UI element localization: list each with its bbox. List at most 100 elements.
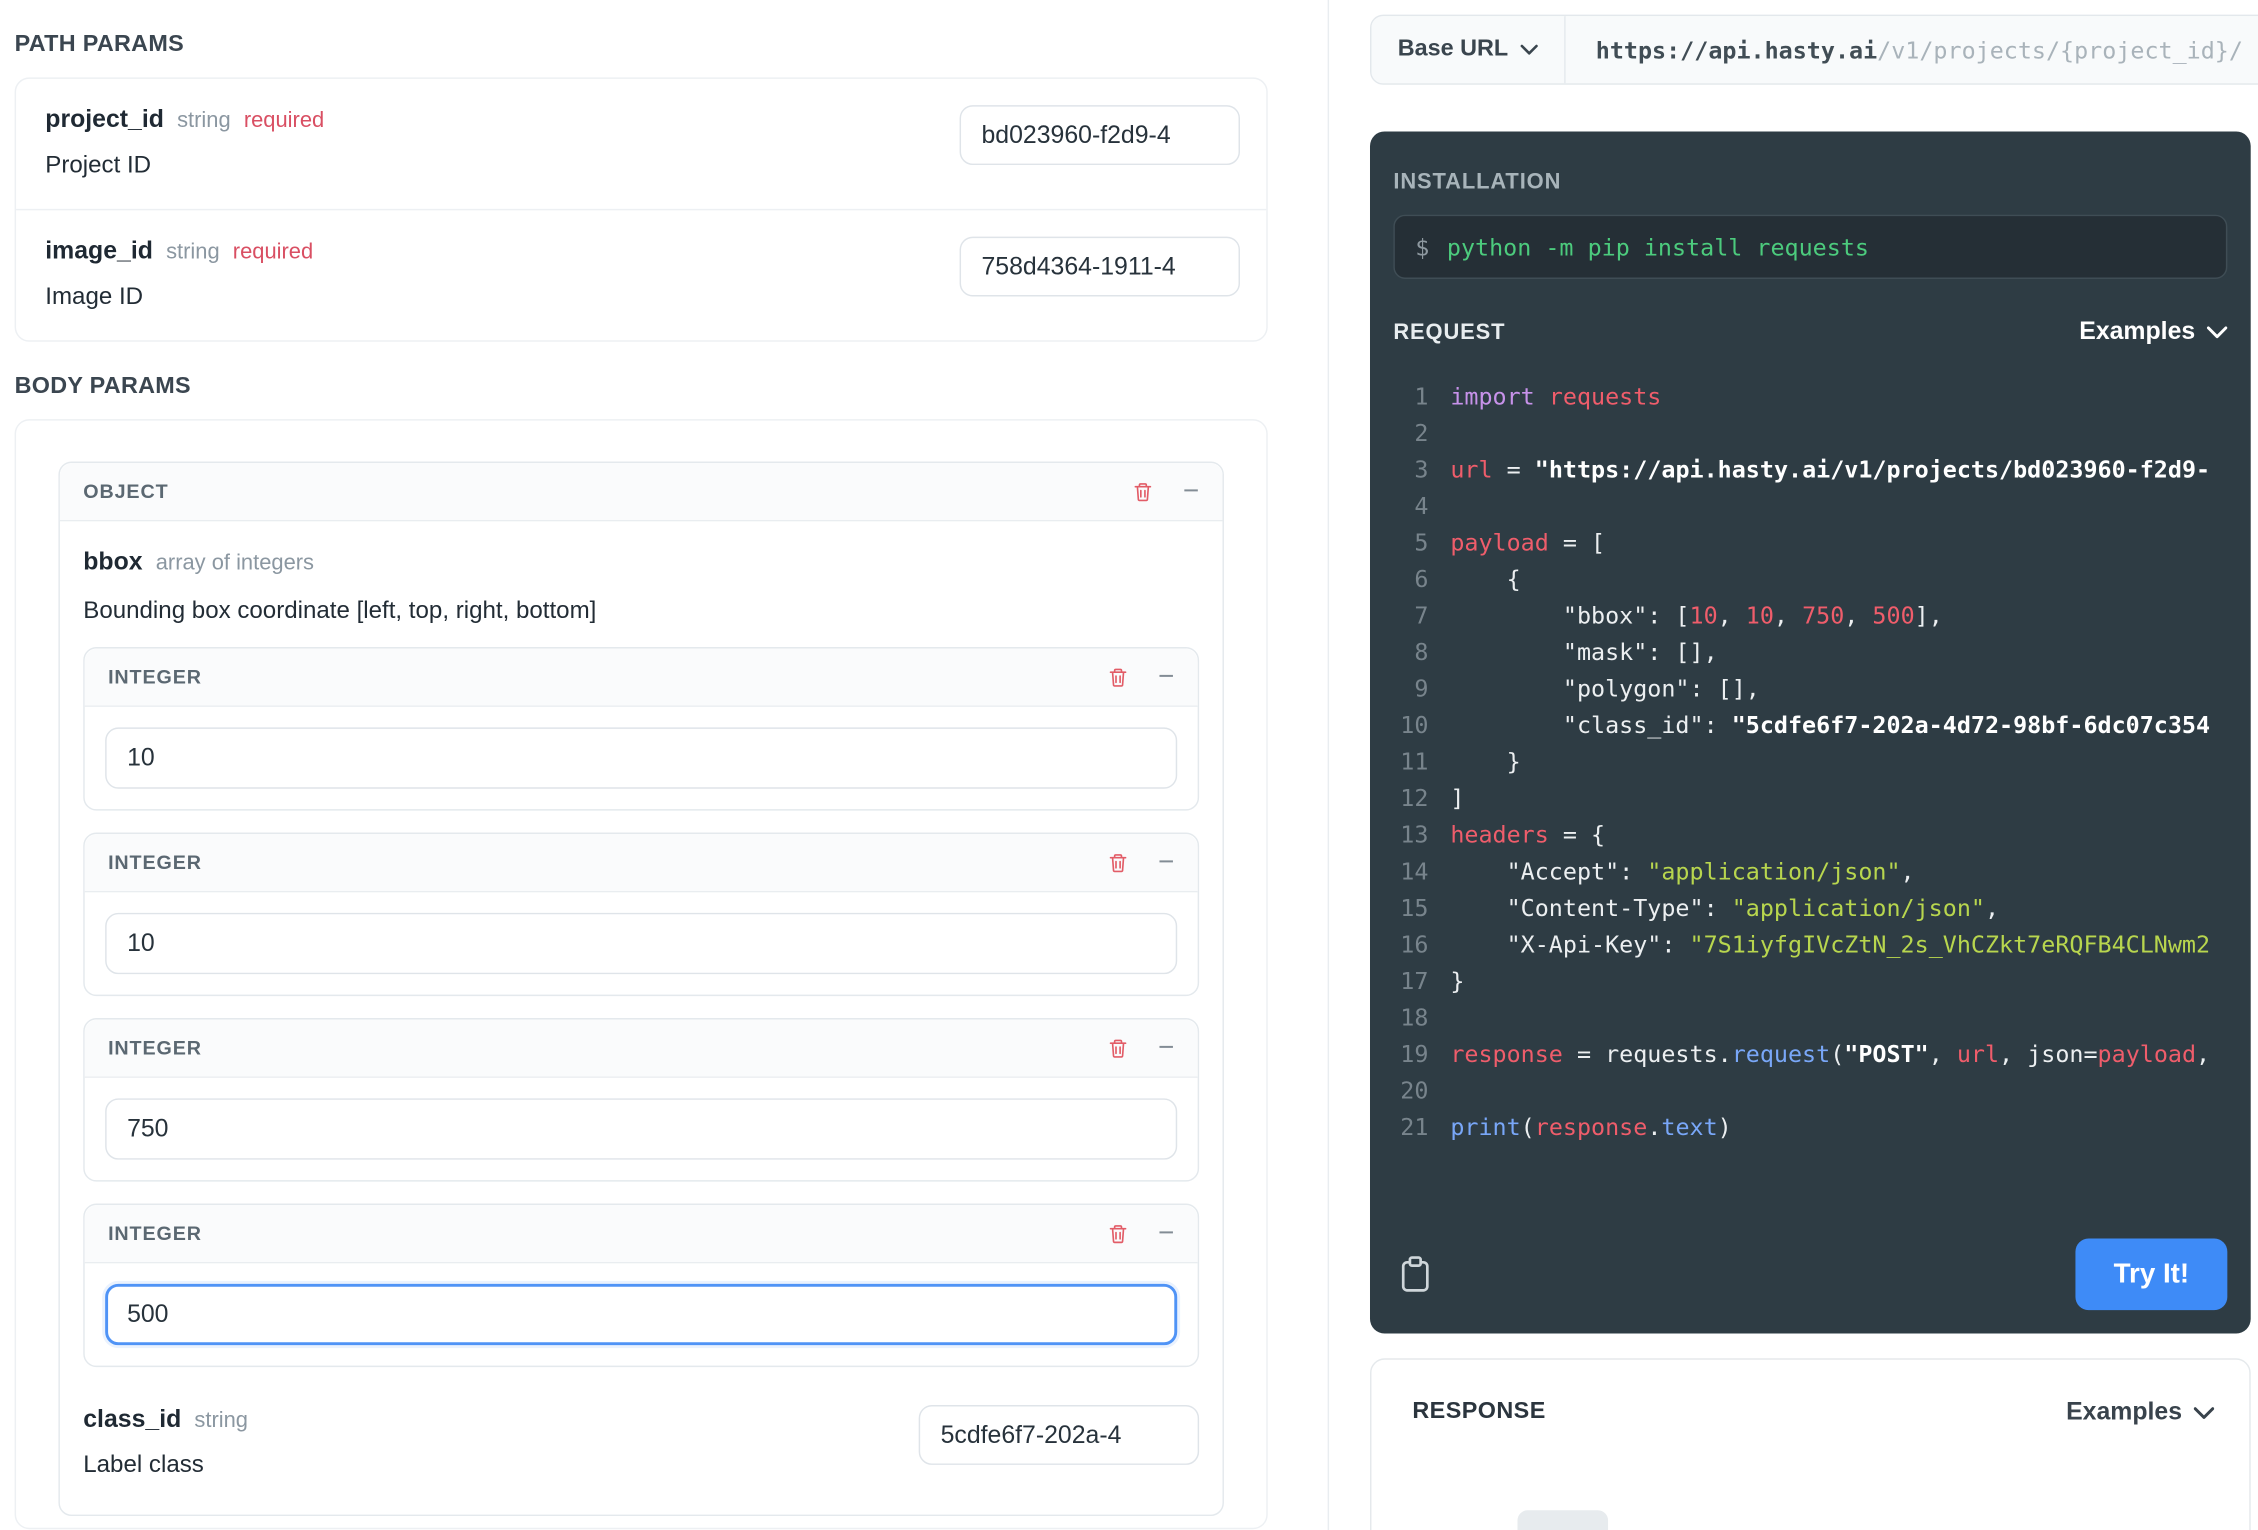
- object-header: OBJECT −: [60, 463, 1223, 521]
- chevron-down-icon: [2194, 1406, 2214, 1419]
- delete-integer-button[interactable]: [1107, 1222, 1129, 1245]
- response-panel: RESPONSE Examples: [1370, 1358, 2251, 1530]
- bbox-bottom-input[interactable]: [105, 1284, 1177, 1345]
- request-panel-footer: Try It!: [1399, 1239, 2227, 1311]
- param-required-badge: required: [244, 108, 324, 133]
- object-header-actions: −: [1132, 478, 1199, 506]
- path-params-heading: PATH PARAMS: [15, 32, 1268, 58]
- request-examples-dropdown[interactable]: Examples: [2079, 317, 2227, 346]
- object-label: OBJECT: [83, 481, 168, 503]
- param-name: project_id: [45, 105, 164, 134]
- try-it-button[interactable]: Try It!: [2075, 1239, 2227, 1311]
- install-command: python -m pip install requests: [1447, 233, 1869, 261]
- class-id-input[interactable]: [919, 1405, 1199, 1465]
- integer-body: [85, 1263, 1198, 1365]
- chevron-down-icon: [2207, 325, 2227, 338]
- request-code-panel: INSTALLATION $ python -m pip install req…: [1370, 131, 2251, 1333]
- param-type: string: [177, 108, 231, 133]
- param-description: Label class: [83, 1452, 889, 1480]
- copy-code-button[interactable]: [1399, 1255, 1431, 1294]
- param-required-badge: required: [233, 240, 313, 265]
- base-url-dropdown[interactable]: Base URL: [1371, 16, 1565, 83]
- param-head: project_id string required: [45, 105, 930, 134]
- integer-header-actions: −: [1107, 1034, 1174, 1062]
- examples-label: Examples: [2079, 317, 2195, 346]
- param-row-class-id: class_id string Label class: [83, 1405, 1199, 1479]
- collapse-integer-button[interactable]: −: [1158, 663, 1174, 691]
- object-body: bbox array of integers Bounding box coor…: [60, 521, 1223, 1514]
- code-column: Base URL https://api.hasty.ai/v1/project…: [1370, 0, 2258, 1530]
- endpoint-url: https://api.hasty.ai/v1/projects/{projec…: [1565, 16, 2258, 83]
- shell-prompt: $: [1415, 233, 1429, 261]
- integer-header: INTEGER −: [85, 1019, 1198, 1077]
- trash-icon: [1107, 665, 1129, 688]
- body-params-heading: BODY PARAMS: [15, 374, 1268, 400]
- integer-header-actions: −: [1107, 1220, 1174, 1248]
- param-text: class_id string Label class: [83, 1405, 889, 1479]
- project-id-input[interactable]: [960, 105, 1240, 165]
- integer-label: INTEGER: [108, 1037, 202, 1059]
- field-description: Bounding box coordinate [left, top, righ…: [83, 597, 1199, 625]
- installation-heading: INSTALLATION: [1393, 169, 2227, 194]
- endpoint-url-host: https://api.hasty.ai: [1596, 36, 1877, 64]
- param-head: class_id string: [83, 1405, 889, 1434]
- clipboard-icon: [1399, 1255, 1431, 1294]
- body-params-card: OBJECT − bbox array of integers Bounding…: [15, 419, 1268, 1529]
- image-id-input[interactable]: [960, 237, 1240, 297]
- endpoint-url-path: /v1/projects/{project_id}/: [1877, 36, 2243, 64]
- bbox-top-input[interactable]: [105, 913, 1177, 974]
- trash-icon: [1107, 1036, 1129, 1059]
- param-row-image-id: image_id string required Image ID: [16, 209, 1266, 340]
- request-heading: REQUEST: [1393, 319, 1505, 344]
- param-name: class_id: [83, 1405, 181, 1434]
- install-command-box[interactable]: $ python -m pip install requests: [1393, 215, 2227, 279]
- response-status-pill[interactable]: [1518, 1510, 1609, 1530]
- integer-box-0: INTEGER −: [83, 647, 1199, 811]
- integer-header: INTEGER −: [85, 834, 1198, 892]
- collapse-integer-button[interactable]: −: [1158, 849, 1174, 877]
- field-type: array of integers: [156, 551, 314, 576]
- trash-icon: [1107, 1222, 1129, 1245]
- object-box: OBJECT − bbox array of integers Bounding…: [58, 462, 1224, 1517]
- collapse-object-button[interactable]: −: [1183, 478, 1199, 506]
- param-description: Project ID: [45, 152, 930, 180]
- param-type: string: [194, 1408, 248, 1433]
- chevron-down-icon: [1520, 44, 1538, 56]
- api-reference-page: PATH PARAMS project_id string required P…: [0, 0, 2258, 1530]
- delete-integer-button[interactable]: [1107, 665, 1129, 688]
- integer-label: INTEGER: [108, 852, 202, 874]
- integer-header: INTEGER −: [85, 1205, 1198, 1263]
- bbox-left-input[interactable]: [105, 727, 1177, 788]
- param-head: image_id string required: [45, 237, 930, 266]
- bbox-right-input[interactable]: [105, 1098, 1177, 1159]
- integer-body: [85, 707, 1198, 809]
- integer-box-2: INTEGER −: [83, 1018, 1199, 1182]
- path-params-card: project_id string required Project ID im…: [15, 77, 1268, 341]
- response-heading: RESPONSE: [1412, 1399, 1545, 1425]
- request-header-row: REQUEST Examples: [1393, 317, 2227, 346]
- param-row-project-id: project_id string required Project ID: [16, 79, 1266, 209]
- param-name: image_id: [45, 237, 153, 266]
- base-url-label: Base URL: [1398, 37, 1508, 63]
- integer-body: [85, 892, 1198, 994]
- integer-header-actions: −: [1107, 849, 1174, 877]
- code-block[interactable]: 1import requests23url = "https://api.has…: [1370, 378, 2251, 1145]
- integer-box-1: INTEGER −: [83, 833, 1199, 997]
- delete-integer-button[interactable]: [1107, 851, 1129, 874]
- param-description: Image ID: [45, 283, 930, 311]
- base-url-bar: Base URL https://api.hasty.ai/v1/project…: [1370, 15, 2258, 85]
- response-examples-dropdown[interactable]: Examples: [2066, 1398, 2214, 1427]
- integer-header-actions: −: [1107, 663, 1174, 691]
- response-header-row: RESPONSE Examples: [1412, 1398, 2214, 1427]
- delete-integer-button[interactable]: [1107, 1036, 1129, 1059]
- collapse-integer-button[interactable]: −: [1158, 1220, 1174, 1248]
- examples-label: Examples: [2066, 1398, 2182, 1427]
- params-column: PATH PARAMS project_id string required P…: [15, 0, 1268, 1529]
- collapse-integer-button[interactable]: −: [1158, 1034, 1174, 1062]
- delete-object-button[interactable]: [1132, 480, 1154, 503]
- trash-icon: [1132, 480, 1154, 503]
- integer-header: INTEGER −: [85, 648, 1198, 706]
- param-text: project_id string required Project ID: [45, 105, 930, 179]
- integer-box-3: INTEGER −: [83, 1203, 1199, 1367]
- trash-icon: [1107, 851, 1129, 874]
